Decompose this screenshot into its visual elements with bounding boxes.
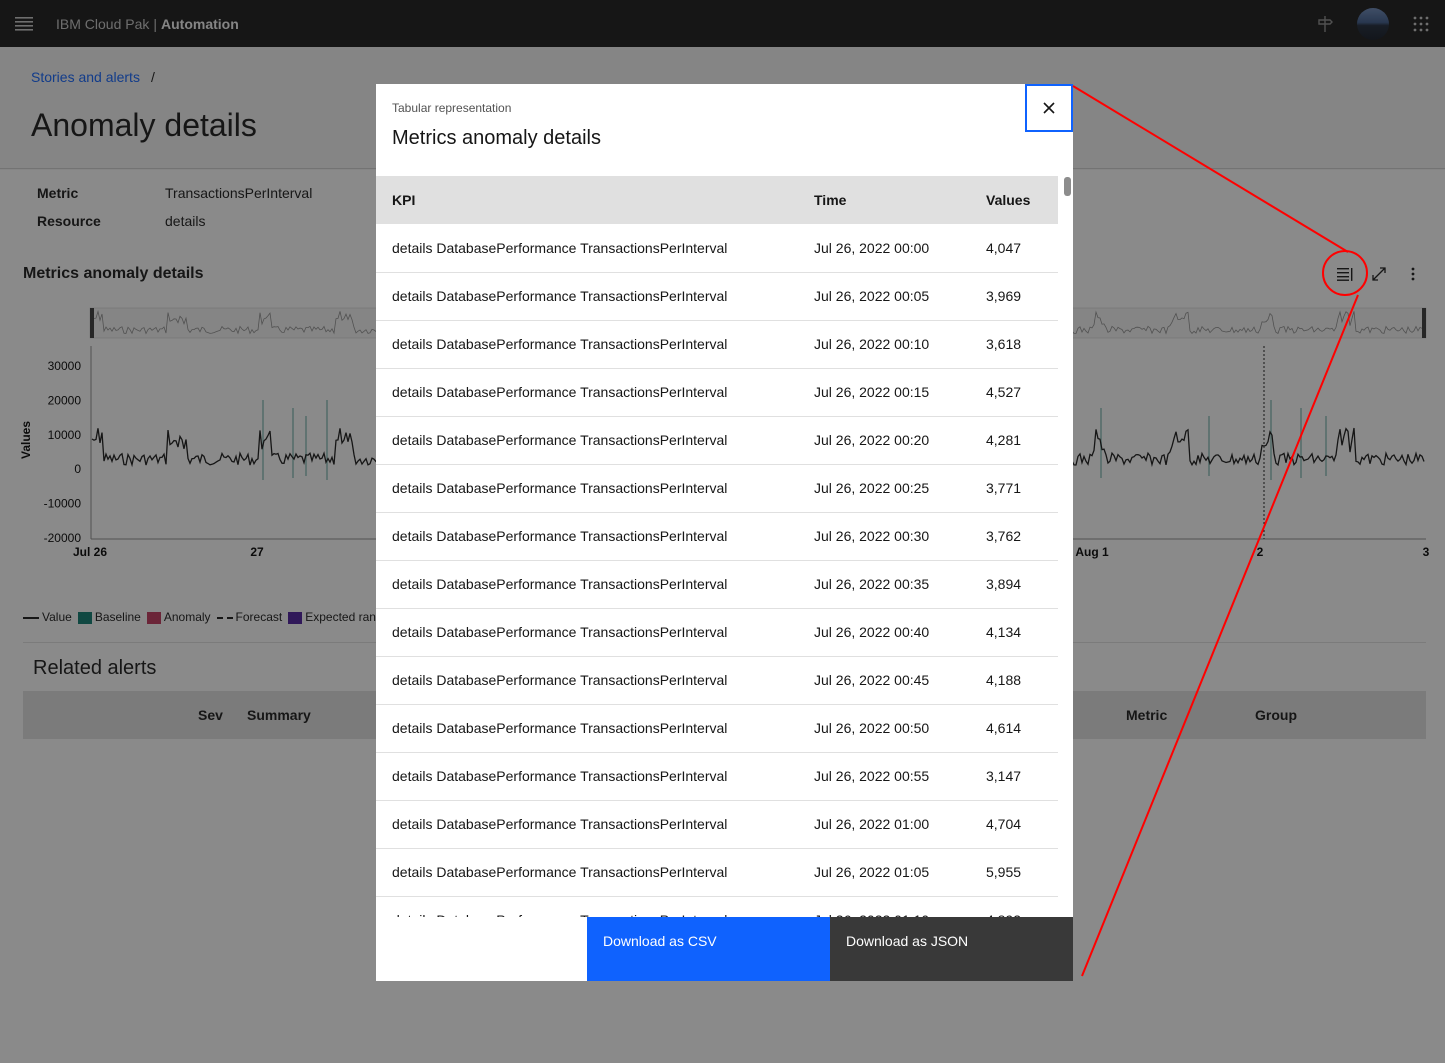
cell-time: Jul 26, 2022 00:35 — [798, 560, 970, 609]
anomaly-data-table: KPI Time Values details DatabasePerforma… — [376, 176, 1058, 917]
cell-value: 4,892 — [970, 896, 1058, 917]
cell-value: 4,614 — [970, 704, 1058, 753]
table-row[interactable]: details DatabasePerformance Transactions… — [376, 224, 1058, 273]
download-json-button[interactable]: Download as JSON — [830, 917, 1073, 981]
cell-value: 4,188 — [970, 656, 1058, 705]
cell-value: 4,047 — [970, 224, 1058, 273]
table-row[interactable]: details DatabasePerformance Transactions… — [376, 800, 1058, 849]
cell-value: 5,955 — [970, 848, 1058, 897]
modal-label: Tabular representation — [392, 101, 512, 115]
cell-time: Jul 26, 2022 00:50 — [798, 704, 970, 753]
table-row[interactable]: details DatabasePerformance Transactions… — [376, 656, 1058, 705]
cell-kpi: details DatabasePerformance Transactions… — [376, 848, 798, 897]
column-header-time[interactable]: Time — [798, 176, 970, 224]
cell-kpi: details DatabasePerformance Transactions… — [376, 368, 798, 417]
table-row[interactable]: details DatabasePerformance Transactions… — [376, 608, 1058, 657]
cell-kpi: details DatabasePerformance Transactions… — [376, 416, 798, 465]
cell-time: Jul 26, 2022 00:20 — [798, 416, 970, 465]
table-row[interactable]: details DatabasePerformance Transactions… — [376, 896, 1058, 917]
cell-time: Jul 26, 2022 00:40 — [798, 608, 970, 657]
column-header-values[interactable]: Values — [970, 176, 1058, 224]
cell-time: Jul 26, 2022 00:25 — [798, 464, 970, 513]
modal-title: Metrics anomaly details — [392, 127, 601, 149]
cell-time: Jul 26, 2022 01:00 — [798, 800, 970, 849]
cell-value: 4,134 — [970, 608, 1058, 657]
cell-value: 4,704 — [970, 800, 1058, 849]
table-row[interactable]: details DatabasePerformance Transactions… — [376, 272, 1058, 321]
cell-time: Jul 26, 2022 00:55 — [798, 752, 970, 801]
cell-kpi: details DatabasePerformance Transactions… — [376, 224, 798, 273]
cell-time: Jul 26, 2022 00:10 — [798, 320, 970, 369]
column-header-kpi[interactable]: KPI — [376, 176, 798, 224]
modal-table-container[interactable]: KPI Time Values details DatabasePerforma… — [376, 176, 1073, 917]
table-row[interactable]: details DatabasePerformance Transactions… — [376, 512, 1058, 561]
cell-value: 4,281 — [970, 416, 1058, 465]
table-row[interactable]: details DatabasePerformance Transactions… — [376, 752, 1058, 801]
table-row[interactable]: details DatabasePerformance Transactions… — [376, 368, 1058, 417]
cell-kpi: details DatabasePerformance Transactions… — [376, 608, 798, 657]
cell-value: 3,618 — [970, 320, 1058, 369]
cell-kpi: details DatabasePerformance Transactions… — [376, 704, 798, 753]
cell-time: Jul 26, 2022 01:05 — [798, 848, 970, 897]
cell-time: Jul 26, 2022 00:30 — [798, 512, 970, 561]
table-row[interactable]: details DatabasePerformance Transactions… — [376, 416, 1058, 465]
table-header-row: KPI Time Values — [376, 176, 1058, 224]
tabular-modal: Tabular representation Metrics anomaly d… — [376, 84, 1073, 981]
close-button[interactable] — [1025, 84, 1073, 132]
cell-value: 3,969 — [970, 272, 1058, 321]
cell-value: 3,894 — [970, 560, 1058, 609]
cell-kpi: details DatabasePerformance Transactions… — [376, 752, 798, 801]
close-icon — [1043, 102, 1055, 114]
table-scrollbar[interactable] — [1064, 177, 1071, 196]
table-row[interactable]: details DatabasePerformance Transactions… — [376, 560, 1058, 609]
cell-kpi: details DatabasePerformance Transactions… — [376, 896, 798, 917]
cell-value: 4,527 — [970, 368, 1058, 417]
cell-kpi: details DatabasePerformance Transactions… — [376, 656, 798, 705]
table-row[interactable]: details DatabasePerformance Transactions… — [376, 848, 1058, 897]
cell-kpi: details DatabasePerformance Transactions… — [376, 512, 798, 561]
cell-time: Jul 26, 2022 00:00 — [798, 224, 970, 273]
cell-kpi: details DatabasePerformance Transactions… — [376, 800, 798, 849]
cell-kpi: details DatabasePerformance Transactions… — [376, 320, 798, 369]
table-row[interactable]: details DatabasePerformance Transactions… — [376, 320, 1058, 369]
cell-kpi: details DatabasePerformance Transactions… — [376, 272, 798, 321]
cell-kpi: details DatabasePerformance Transactions… — [376, 560, 798, 609]
cell-time: Jul 26, 2022 00:15 — [798, 368, 970, 417]
cell-value: 3,771 — [970, 464, 1058, 513]
table-row[interactable]: details DatabasePerformance Transactions… — [376, 704, 1058, 753]
cell-value: 3,147 — [970, 752, 1058, 801]
cell-time: Jul 26, 2022 00:45 — [798, 656, 970, 705]
cell-time: Jul 26, 2022 00:05 — [798, 272, 970, 321]
cell-value: 3,762 — [970, 512, 1058, 561]
download-csv-button[interactable]: Download as CSV — [587, 917, 830, 981]
cell-time: Jul 26, 2022 01:10 — [798, 896, 970, 917]
cell-kpi: details DatabasePerformance Transactions… — [376, 464, 798, 513]
table-row[interactable]: details DatabasePerformance Transactions… — [376, 464, 1058, 513]
